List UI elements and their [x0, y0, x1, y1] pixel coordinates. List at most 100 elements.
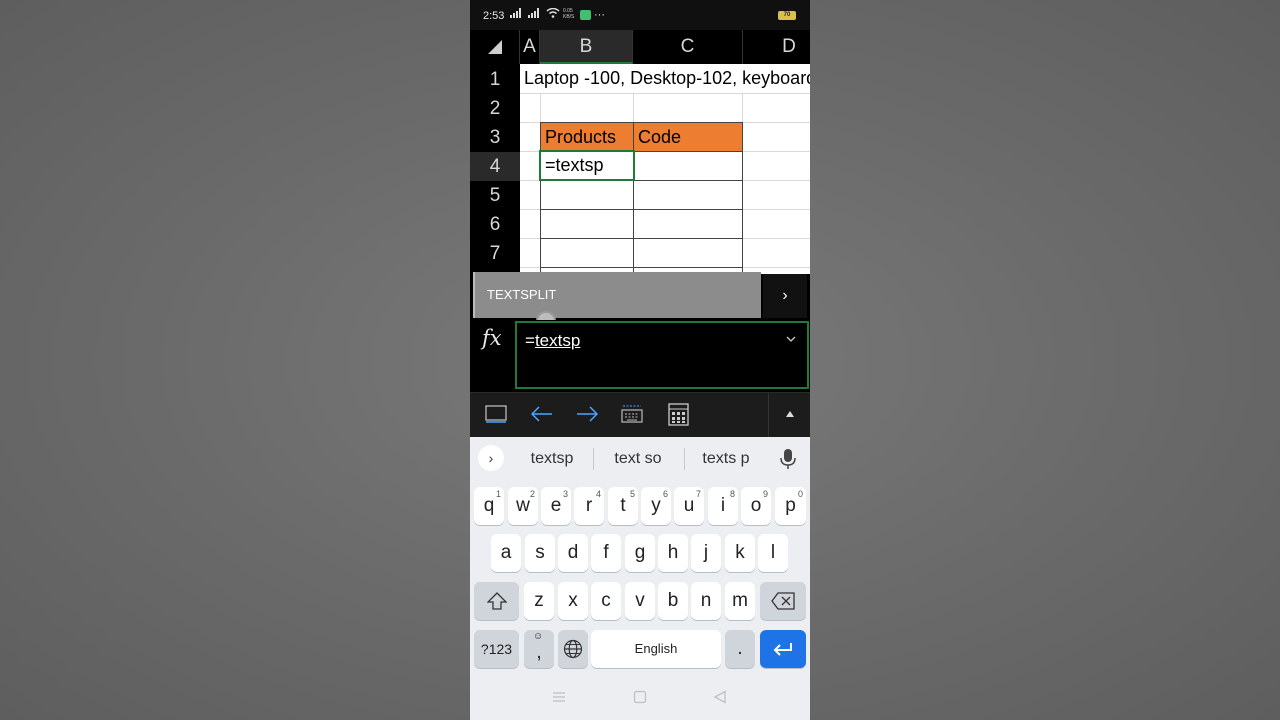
undo-arrow-icon[interactable] [529, 403, 555, 427]
numeric-keyboard-icon[interactable] [620, 403, 646, 427]
key-m[interactable]: m [725, 582, 755, 620]
key-q[interactable]: q1 [474, 487, 504, 525]
key-j[interactable]: j [691, 534, 721, 572]
key-v[interactable]: v [625, 582, 655, 620]
signal-icon [510, 8, 521, 19]
comma-emoji-key[interactable]: ☺ , [524, 630, 554, 668]
row-header-1[interactable]: 1 [470, 65, 520, 94]
key-d[interactable]: d [558, 534, 588, 572]
net-speed: 0.05 KB/S [563, 8, 575, 20]
key-o[interactable]: o9 [741, 487, 771, 525]
backspace-icon [771, 592, 795, 610]
globe-icon [563, 639, 583, 659]
key-i[interactable]: i8 [708, 487, 738, 525]
enter-icon [773, 643, 792, 656]
menu-icon[interactable] [552, 690, 566, 704]
symbols-key[interactable]: ?123 [474, 630, 519, 668]
formula-bar: fx =textsp [470, 320, 810, 392]
key-t[interactable]: t5 [608, 487, 638, 525]
key-n[interactable]: n [691, 582, 721, 620]
chevron-down-icon[interactable] [786, 332, 796, 346]
backspace-key[interactable] [760, 582, 806, 620]
key-z[interactable]: z [524, 582, 554, 620]
key-r[interactable]: r4 [574, 487, 604, 525]
shift-key[interactable] [474, 582, 519, 620]
column-header-a[interactable]: A [520, 30, 540, 64]
period-key[interactable]: . [725, 630, 755, 668]
formula-input[interactable]: =textsp [515, 321, 809, 389]
cell-c6[interactable] [633, 209, 743, 239]
cell-b5[interactable] [540, 180, 634, 210]
keyboard-suggestion-1[interactable]: textsp [514, 437, 590, 481]
cell-c4[interactable] [633, 151, 743, 181]
key-c[interactable]: c [591, 582, 621, 620]
key-y[interactable]: y6 [641, 487, 671, 525]
cell-c5[interactable] [633, 180, 743, 210]
key-e[interactable]: e3 [541, 487, 571, 525]
key-x[interactable]: x [558, 582, 588, 620]
signal-icon-2 [527, 8, 539, 19]
autocomplete-suggestion[interactable]: TEXTSPLIT [473, 272, 761, 318]
column-header-bar: A B C D [470, 30, 810, 64]
row-header-4[interactable]: 4 [470, 152, 520, 181]
redo-arrow-icon[interactable] [574, 403, 600, 427]
formula-typed-text: textsp [534, 331, 581, 350]
key-g[interactable]: g [625, 534, 655, 572]
suggestion-separator [684, 448, 685, 470]
cell-b6[interactable] [540, 209, 634, 239]
key-l[interactable]: l [758, 534, 788, 572]
screen-icon[interactable] [484, 403, 510, 427]
key-h[interactable]: h [658, 534, 688, 572]
cell-b4-active[interactable]: =textsp [539, 150, 635, 181]
status-bar: 2:53 0.05 KB/S ··· 70 [470, 0, 810, 30]
key-f[interactable]: f [591, 534, 621, 572]
keyboard-suggestion-bar: › textsp text so texts p [470, 437, 810, 481]
autocomplete-more-button[interactable]: › [763, 274, 807, 318]
back-triangle-icon[interactable] [713, 690, 727, 704]
key-s[interactable]: s [525, 534, 555, 572]
grid-line [520, 93, 810, 94]
key-k[interactable]: k [725, 534, 755, 572]
chevron-right-icon[interactable]: › [478, 445, 504, 471]
column-header-b[interactable]: B [540, 30, 633, 64]
row-header-3[interactable]: 3 [470, 123, 520, 152]
formula-prefix: = [525, 331, 535, 350]
select-all-triangle-icon [488, 40, 502, 54]
language-key[interactable] [558, 630, 588, 668]
key-a[interactable]: a [491, 534, 521, 572]
row-header-2[interactable]: 2 [470, 94, 520, 123]
enter-key[interactable] [760, 630, 806, 668]
shift-arrow-icon [485, 592, 508, 610]
cell-c3-code-header[interactable]: Code [633, 122, 743, 152]
collapse-up-icon[interactable] [768, 393, 810, 438]
cell-b3-products-header[interactable]: Products [540, 122, 634, 152]
row-header-5[interactable]: 5 [470, 181, 520, 210]
formula-autocomplete: TEXTSPLIT › [470, 272, 810, 331]
key-b[interactable]: b [658, 582, 688, 620]
key-w[interactable]: w2 [508, 487, 538, 525]
row-header-bar: 1 2 3 4 5 6 7 [470, 64, 520, 274]
status-icons [510, 8, 560, 19]
key-p[interactable]: p0 [775, 487, 806, 525]
calculator-icon[interactable] [666, 403, 692, 427]
cell-b7[interactable] [540, 238, 634, 268]
row-header-7[interactable]: 7 [470, 239, 520, 268]
status-dots: ··· [594, 9, 605, 21]
column-header-d[interactable]: D [743, 30, 810, 64]
home-square-icon[interactable] [633, 690, 647, 704]
edit-toolbar [470, 392, 810, 438]
column-header-c[interactable]: C [633, 30, 743, 64]
key-u[interactable]: u7 [674, 487, 704, 525]
suggestion-separator [593, 448, 594, 470]
microphone-icon[interactable] [778, 447, 798, 476]
select-all-corner[interactable] [470, 30, 520, 64]
soft-keyboard: › textsp text so texts p q1 w2 e3 r4 t5 … [470, 437, 810, 678]
spreadsheet-grid[interactable]: 1 2 3 4 5 6 7 Laptop -100, Desktop-102, … [470, 64, 810, 274]
cell-a1[interactable]: Laptop -100, Desktop-102, keyboard [520, 64, 810, 93]
cell-c7[interactable] [633, 238, 743, 268]
system-nav-bar [470, 678, 810, 720]
fx-icon[interactable]: fx [482, 326, 502, 350]
wifi-icon [546, 8, 560, 19]
space-key[interactable]: English [591, 630, 721, 668]
row-header-6[interactable]: 6 [470, 210, 520, 239]
